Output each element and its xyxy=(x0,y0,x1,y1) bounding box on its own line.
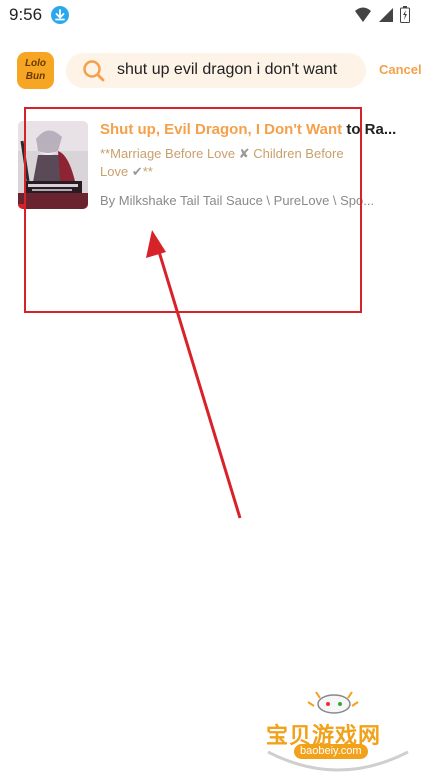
watermark-url: baobeiy.com xyxy=(294,744,368,759)
watermark: 宝贝游戏网 baobeiy.com xyxy=(258,690,418,778)
annotation-arrow xyxy=(146,230,242,519)
